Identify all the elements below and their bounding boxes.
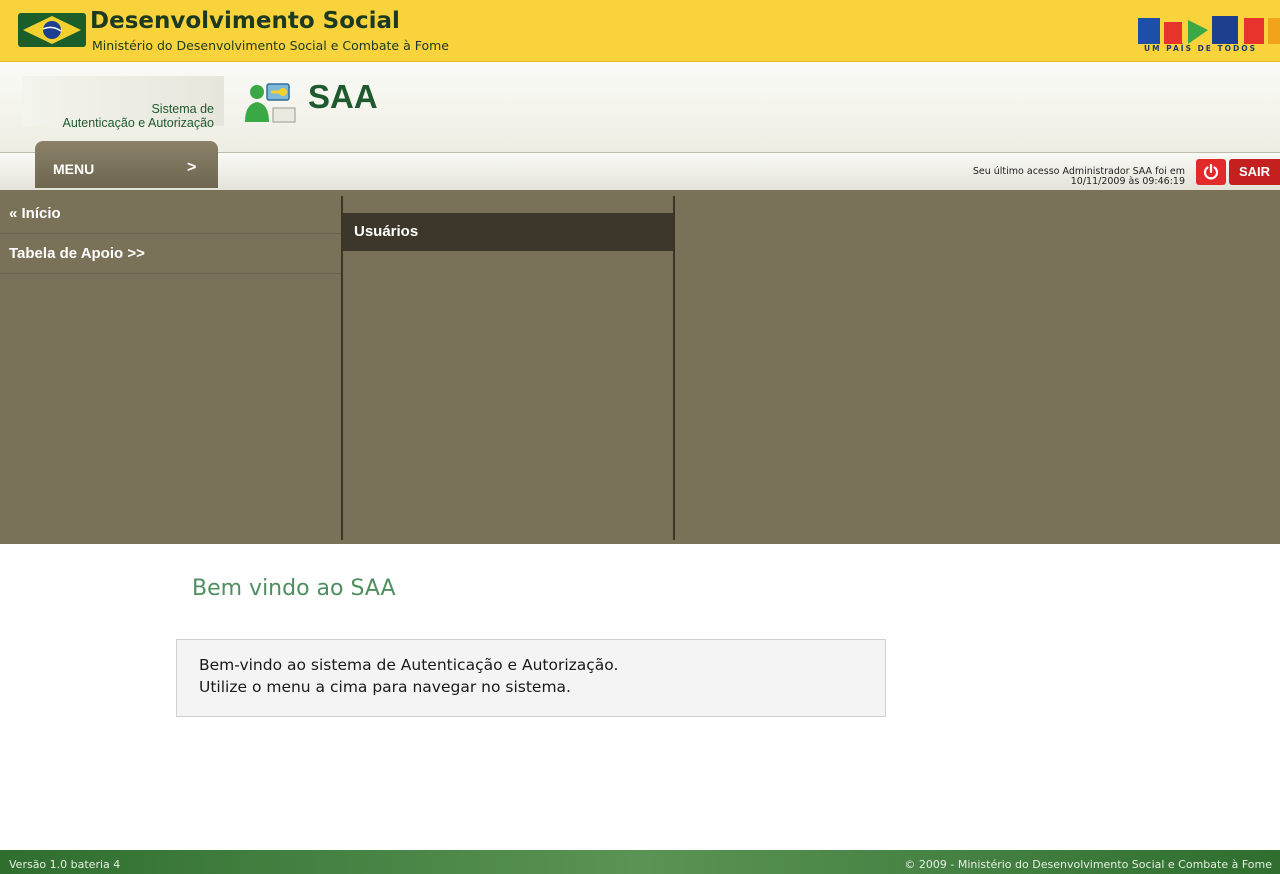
menu-column-main: « Início Tabela de Apoio >> [0,190,342,544]
submenu-item-usuarios[interactable]: Usuários [343,213,673,251]
welcome-message-line2: Utilize o menu a cima para navegar no si… [199,678,571,696]
footer: Versão 1.0 bateria 4 © 2009 - Ministério… [0,850,1280,874]
menu-toggle-tab[interactable]: MENU > [35,141,218,188]
page-title: Bem vindo ao SAA [192,576,396,601]
brasil-tagline: UM PAÍS DE TODOS [1144,44,1258,53]
last-access-info: Seu último acesso Administrador SAA foi … [973,167,1185,187]
welcome-message-line1: Bem-vindo ao sistema de Autenticação e A… [199,656,619,674]
last-access-line2: 10/11/2009 às 09:46:19 [1070,176,1185,187]
menu-item-tabela-de-apoio[interactable]: Tabela de Apoio >> [0,234,342,274]
version-label: Versão 1.0 bateria 4 [9,858,121,871]
gov-title: Desenvolvimento Social [90,8,400,34]
gov-top-bar: Desenvolvimento Social Ministério do Des… [0,0,1280,62]
brasil-flag-icon [18,13,86,47]
menu-column-divider [673,196,675,540]
app-name-line2: Autenticação e Autorização [62,116,215,130]
main-content: Bem vindo ao SAA Bem-vindo ao sistema de… [0,544,1280,850]
saa-users-key-icon [245,83,296,123]
app-name-line1: Sistema de [151,102,214,116]
power-icon [1196,159,1226,185]
menu-panel: « Início Tabela de Apoio >> Usuários [0,190,1280,544]
app-name-box: Sistema de Autenticação e Autorização [22,76,224,130]
gov-subtitle: Ministério do Desenvolvimento Social e C… [92,38,449,53]
menu-label: MENU [53,161,95,177]
welcome-message-box: Bem-vindo ao sistema de Autenticação e A… [176,639,886,717]
copyright-label: © 2009 - Ministério do Desenvolvimento S… [904,858,1272,871]
app-header: Sistema de Autenticação e Autorização SA… [0,62,1280,152]
menu-item-inicio[interactable]: « Início [0,194,342,234]
saa-logo-text: SAA [308,78,378,115]
sair-button[interactable]: SAIR [1196,159,1280,185]
sair-label: SAIR [1229,159,1280,185]
menu-bar: MENU > Seu último acesso Administrador S… [0,141,1280,190]
chevron-right-icon: > [187,159,197,176]
